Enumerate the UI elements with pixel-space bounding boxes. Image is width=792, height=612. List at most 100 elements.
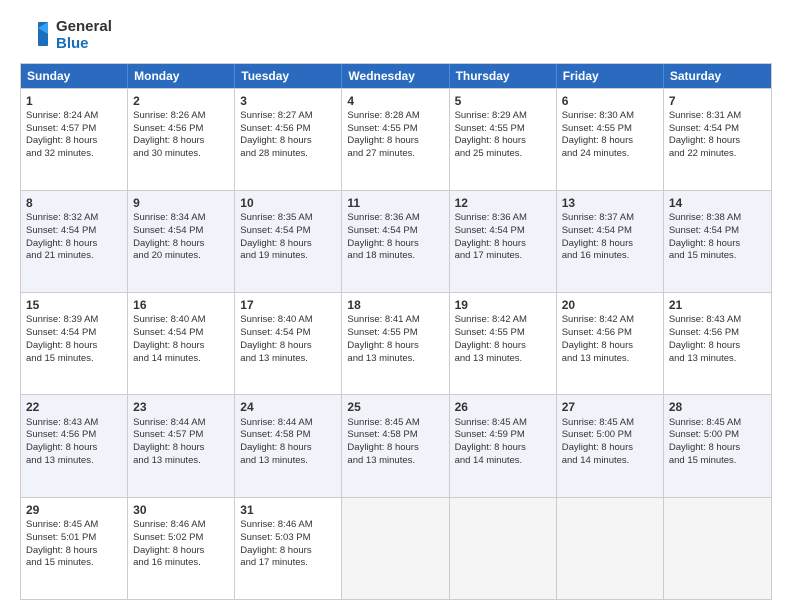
- day-info: Sunset: 5:03 PM: [240, 532, 336, 545]
- day-info: and 20 minutes.: [133, 250, 229, 263]
- calendar-cell: 31Sunrise: 8:46 AMSunset: 5:03 PMDayligh…: [235, 498, 342, 599]
- day-number: 29: [26, 502, 122, 518]
- weekday-header: Friday: [557, 64, 664, 88]
- calendar-cell: 27Sunrise: 8:45 AMSunset: 5:00 PMDayligh…: [557, 395, 664, 496]
- day-info: Daylight: 8 hours: [455, 442, 551, 455]
- calendar-cell: 9Sunrise: 8:34 AMSunset: 4:54 PMDaylight…: [128, 191, 235, 292]
- day-info: Sunset: 4:57 PM: [133, 429, 229, 442]
- calendar-cell: 13Sunrise: 8:37 AMSunset: 4:54 PMDayligh…: [557, 191, 664, 292]
- calendar-cell: 14Sunrise: 8:38 AMSunset: 4:54 PMDayligh…: [664, 191, 771, 292]
- day-info: Daylight: 8 hours: [669, 340, 766, 353]
- day-info: Daylight: 8 hours: [347, 238, 443, 251]
- day-info: Daylight: 8 hours: [669, 135, 766, 148]
- day-number: 6: [562, 93, 658, 109]
- day-info: and 25 minutes.: [455, 148, 551, 161]
- calendar-cell: [342, 498, 449, 599]
- calendar-cell: 3Sunrise: 8:27 AMSunset: 4:56 PMDaylight…: [235, 89, 342, 190]
- calendar-row: 15Sunrise: 8:39 AMSunset: 4:54 PMDayligh…: [21, 292, 771, 394]
- day-info: and 14 minutes.: [455, 455, 551, 468]
- calendar-header: SundayMondayTuesdayWednesdayThursdayFrid…: [21, 64, 771, 88]
- day-info: and 13 minutes.: [347, 353, 443, 366]
- day-info: Daylight: 8 hours: [669, 238, 766, 251]
- day-info: Sunset: 4:54 PM: [133, 327, 229, 340]
- calendar: SundayMondayTuesdayWednesdayThursdayFrid…: [20, 63, 772, 601]
- day-info: Sunrise: 8:31 AM: [669, 110, 766, 123]
- calendar-cell: 21Sunrise: 8:43 AMSunset: 4:56 PMDayligh…: [664, 293, 771, 394]
- day-info: Daylight: 8 hours: [240, 442, 336, 455]
- day-info: Daylight: 8 hours: [562, 135, 658, 148]
- day-number: 23: [133, 399, 229, 415]
- calendar-cell: [450, 498, 557, 599]
- day-info: and 13 minutes.: [240, 353, 336, 366]
- day-info: Sunrise: 8:35 AM: [240, 212, 336, 225]
- calendar-cell: 16Sunrise: 8:40 AMSunset: 4:54 PMDayligh…: [128, 293, 235, 394]
- day-info: and 14 minutes.: [562, 455, 658, 468]
- calendar-cell: 5Sunrise: 8:29 AMSunset: 4:55 PMDaylight…: [450, 89, 557, 190]
- day-info: Sunset: 5:01 PM: [26, 532, 122, 545]
- day-info: Sunrise: 8:37 AM: [562, 212, 658, 225]
- calendar-cell: 20Sunrise: 8:42 AMSunset: 4:56 PMDayligh…: [557, 293, 664, 394]
- day-info: Daylight: 8 hours: [347, 340, 443, 353]
- day-info: Sunrise: 8:36 AM: [455, 212, 551, 225]
- day-info: Daylight: 8 hours: [240, 340, 336, 353]
- calendar-cell: 15Sunrise: 8:39 AMSunset: 4:54 PMDayligh…: [21, 293, 128, 394]
- day-info: and 15 minutes.: [26, 353, 122, 366]
- day-info: Sunrise: 8:28 AM: [347, 110, 443, 123]
- day-number: 20: [562, 297, 658, 313]
- day-info: Sunset: 4:56 PM: [240, 123, 336, 136]
- day-info: Sunrise: 8:45 AM: [455, 417, 551, 430]
- day-info: Sunrise: 8:42 AM: [562, 314, 658, 327]
- day-number: 11: [347, 195, 443, 211]
- day-number: 30: [133, 502, 229, 518]
- day-info: Daylight: 8 hours: [347, 135, 443, 148]
- calendar-cell: 8Sunrise: 8:32 AMSunset: 4:54 PMDaylight…: [21, 191, 128, 292]
- day-info: and 22 minutes.: [669, 148, 766, 161]
- page: General Blue SundayMondayTuesdayWednesda…: [0, 0, 792, 612]
- day-info: Sunset: 4:54 PM: [562, 225, 658, 238]
- calendar-cell: [557, 498, 664, 599]
- weekday-header: Tuesday: [235, 64, 342, 88]
- day-number: 26: [455, 399, 551, 415]
- calendar-cell: 1Sunrise: 8:24 AMSunset: 4:57 PMDaylight…: [21, 89, 128, 190]
- day-info: and 32 minutes.: [26, 148, 122, 161]
- day-info: Sunrise: 8:38 AM: [669, 212, 766, 225]
- day-number: 2: [133, 93, 229, 109]
- day-info: and 14 minutes.: [133, 353, 229, 366]
- day-number: 18: [347, 297, 443, 313]
- day-info: Sunset: 4:57 PM: [26, 123, 122, 136]
- day-info: Sunrise: 8:27 AM: [240, 110, 336, 123]
- day-info: Sunset: 4:54 PM: [240, 327, 336, 340]
- day-info: and 28 minutes.: [240, 148, 336, 161]
- day-info: Daylight: 8 hours: [669, 442, 766, 455]
- calendar-cell: 17Sunrise: 8:40 AMSunset: 4:54 PMDayligh…: [235, 293, 342, 394]
- day-info: Daylight: 8 hours: [26, 340, 122, 353]
- day-info: Sunrise: 8:44 AM: [240, 417, 336, 430]
- day-info: and 24 minutes.: [562, 148, 658, 161]
- day-info: Sunrise: 8:43 AM: [669, 314, 766, 327]
- day-info: Sunrise: 8:40 AM: [240, 314, 336, 327]
- day-info: Sunrise: 8:39 AM: [26, 314, 122, 327]
- logo-icon: [20, 18, 52, 50]
- calendar-row: 1Sunrise: 8:24 AMSunset: 4:57 PMDaylight…: [21, 88, 771, 190]
- day-info: Daylight: 8 hours: [240, 238, 336, 251]
- day-info: and 13 minutes.: [347, 455, 443, 468]
- calendar-row: 29Sunrise: 8:45 AMSunset: 5:01 PMDayligh…: [21, 497, 771, 599]
- day-number: 5: [455, 93, 551, 109]
- day-number: 7: [669, 93, 766, 109]
- weekday-header: Saturday: [664, 64, 771, 88]
- day-info: Sunrise: 8:30 AM: [562, 110, 658, 123]
- day-info: Sunrise: 8:46 AM: [240, 519, 336, 532]
- calendar-cell: 18Sunrise: 8:41 AMSunset: 4:55 PMDayligh…: [342, 293, 449, 394]
- day-info: Sunrise: 8:36 AM: [347, 212, 443, 225]
- day-number: 13: [562, 195, 658, 211]
- day-info: Sunrise: 8:32 AM: [26, 212, 122, 225]
- day-info: Daylight: 8 hours: [562, 238, 658, 251]
- day-info: Sunrise: 8:24 AM: [26, 110, 122, 123]
- day-info: Daylight: 8 hours: [240, 545, 336, 558]
- day-info: and 13 minutes.: [455, 353, 551, 366]
- day-info: and 13 minutes.: [240, 455, 336, 468]
- day-number: 24: [240, 399, 336, 415]
- day-info: Sunset: 4:54 PM: [669, 123, 766, 136]
- day-info: Daylight: 8 hours: [455, 238, 551, 251]
- day-info: Sunset: 5:00 PM: [562, 429, 658, 442]
